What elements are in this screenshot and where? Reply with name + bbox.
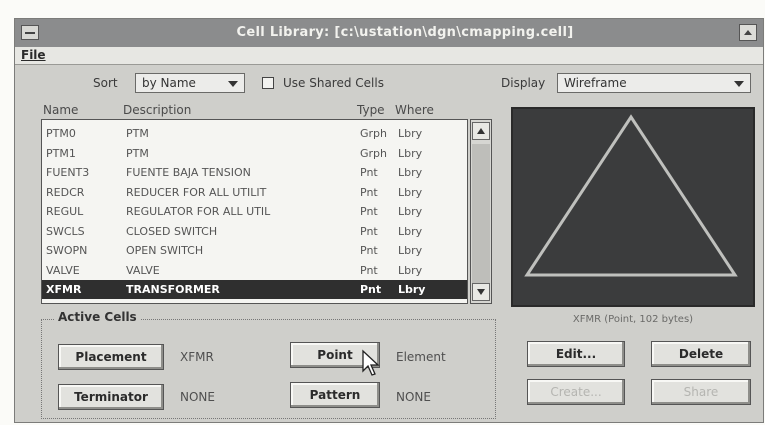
scroll-up-icon[interactable] [472,122,490,140]
screen: Cell Library: [c:\ustation\dgn\cmapping.… [0,0,765,425]
triangle-preview-icon [524,114,738,277]
cell-where: Lbry [398,166,423,179]
cell-where: Lbry [398,263,423,277]
cell-row[interactable]: SWCLS CLOSED SWITCH Pnt Lbry [42,222,467,241]
cell-where: Lbry [398,127,423,140]
sort-dropdown[interactable]: by Name [135,73,245,93]
chevron-down-icon [228,81,238,87]
maximize-icon[interactable] [739,24,757,41]
display-value: Wireframe [564,76,627,90]
cell-where: Lbry [398,283,426,296]
column-header-name[interactable]: Name [43,103,78,117]
cell-description: VALVE [126,263,160,277]
cell-list[interactable]: PTM0 PTM Grph Lbry PTM1 PTM Grph Lbry FUENT3 FUEN… [41,119,468,304]
cell-type: Pnt [360,185,378,199]
cell-row[interactable]: REGUL REGULATOR FOR ALL UTIL Pnt Lbry [42,202,467,221]
cell-description: REDUCER FOR ALL UTILIT [126,185,267,199]
cell-where: Lbry [398,224,423,238]
mouse-pointer-icon [362,349,380,376]
sort-label: Sort [93,76,118,90]
delete-button[interactable]: Delete [651,341,751,367]
display-dropdown[interactable]: Wireframe [557,73,751,93]
window-title: Cell Library: [c:\ustation\dgn\cmapping.… [236,25,574,40]
create-button[interactable]: Create... [527,379,625,405]
cell-name: REDCR [46,185,85,199]
display-label: Display [501,76,546,90]
menu-file[interactable]: File [21,48,46,62]
point-value: Element [396,350,446,364]
cell-type: Pnt [360,244,378,257]
cell-type: Grph [360,146,388,160]
placement-button[interactable]: Placement [58,344,164,370]
cell-row[interactable]: REDCR REDUCER FOR ALL UTILIT Pnt Lbry [42,183,467,202]
sort-value: by Name [142,76,196,90]
cell-name: PTM1 [46,146,76,160]
terminator-value: NONE [180,390,215,404]
cell-name: SWOPN [46,244,88,257]
cell-where: Lbry [398,146,423,160]
column-header-description[interactable]: Description [123,103,191,117]
cell-row[interactable]: PTM0 PTM Grph Lbry [42,124,467,143]
use-shared-cells-label[interactable]: Use Shared Cells [283,76,384,90]
chevron-down-icon [734,81,744,87]
use-shared-cells-checkbox[interactable] [262,77,274,89]
column-header-type[interactable]: Type [357,103,385,117]
scroll-thumb[interactable] [472,144,490,284]
cell-type: Pnt [360,166,378,179]
cell-name: PTM0 [46,127,76,140]
cell-name: XFMR [46,283,82,296]
placement-value: XFMR [180,350,214,364]
cell-row[interactable]: PTM1 PTM Grph Lbry [42,144,467,163]
cell-name: SWCLS [46,224,85,238]
column-header-where[interactable]: Where [395,103,434,117]
title-bar[interactable]: Cell Library: [c:\ustation\dgn\cmapping.… [15,19,763,47]
share-button[interactable]: Share [651,379,751,405]
menu-bar: File [15,47,763,65]
cell-row[interactable]: XFMR TRANSFORMER Pnt Lbry [42,280,467,299]
cell-type: Pnt [360,263,378,277]
cell-where: Lbry [398,205,423,218]
edit-button[interactable]: Edit... [527,341,625,367]
terminator-button[interactable]: Terminator [58,384,164,410]
cell-type: Pnt [360,283,382,296]
cell-name: FUENT3 [46,166,90,179]
cell-where: Lbry [398,185,423,199]
cell-row[interactable]: VALVE VALVE Pnt Lbry [42,261,467,280]
list-scrollbar[interactable] [470,119,492,304]
cell-description: PTM [126,127,149,140]
cell-description: REGULATOR FOR ALL UTIL [126,205,271,218]
active-cells-title: Active Cells [54,310,141,324]
cell-name: REGUL [46,205,84,218]
cell-where: Lbry [398,244,423,257]
cell-row[interactable]: FUENT3 FUENTE BAJA TENSION Pnt Lbry [42,163,467,182]
cell-description: OPEN SWITCH [126,244,204,257]
cell-description: TRANSFORMER [126,283,220,296]
cell-description: FUENTE BAJA TENSION [126,166,251,179]
pattern-value: NONE [396,390,431,404]
cell-name: VALVE [46,263,80,277]
scroll-down-icon[interactable] [472,283,490,301]
cell-type: Pnt [360,224,378,238]
cell-type: Pnt [360,205,378,218]
cell-description: CLOSED SWITCH [126,224,218,238]
cell-description: PTM [126,146,149,160]
system-menu-icon[interactable] [21,25,39,40]
cell-row[interactable]: SWOPN OPEN SWITCH Pnt Lbry [42,241,467,260]
cell-preview [511,107,755,307]
active-cells-group: Active Cells Placement XFMR Point Elemen… [41,310,496,419]
cell-library-dialog: Cell Library: [c:\ustation\dgn\cmapping.… [14,18,764,423]
cell-type: Grph [360,127,388,140]
preview-caption: XFMR (Point, 102 bytes) [572,314,694,325]
pattern-button[interactable]: Pattern [290,382,380,408]
